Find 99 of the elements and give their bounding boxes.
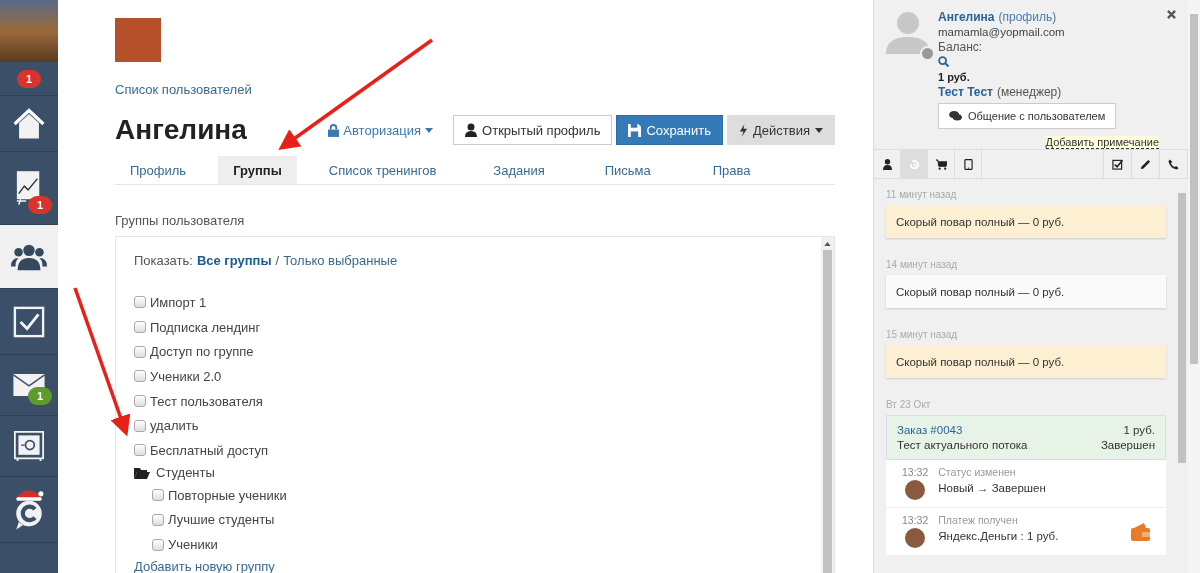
balance-amount: 1 руб.: [938, 71, 971, 83]
timestamp: 15 минут назад: [886, 329, 959, 340]
manager-link[interactable]: Тест Тест: [938, 85, 993, 99]
wallet-icon: [1130, 521, 1150, 542]
balance-label: Баланс:: [938, 40, 984, 54]
checkbox[interactable]: [152, 489, 164, 502]
breadcrumb-link[interactable]: Список пользователей: [115, 82, 252, 97]
group-label: удалить: [150, 418, 199, 434]
profile-link[interactable]: (профиль): [998, 10, 1057, 24]
event-label: Платеж получен: [938, 514, 1019, 526]
checkbox[interactable]: [134, 345, 146, 358]
tablet-icon: [963, 158, 973, 170]
actions-button[interactable]: Действия: [727, 115, 835, 145]
photo-placeholder: [0, 0, 58, 62]
page-title: Ангелина: [115, 114, 248, 146]
order-amount: 1 руб.: [1123, 424, 1155, 436]
manager-role: (менеджер): [996, 85, 1062, 99]
history-icon: [908, 158, 920, 170]
group-label: Бесплатный доступ: [150, 442, 269, 458]
search-icon: [938, 56, 949, 67]
checkbox[interactable]: [134, 395, 146, 408]
user-avatar-icon: [886, 10, 930, 54]
folder-label: Студенты: [156, 465, 215, 481]
timestamp: 11 минут назад: [886, 189, 958, 200]
scrollbar[interactable]: [1188, 0, 1200, 573]
avatar-image: [905, 528, 926, 548]
user-icon: [465, 123, 478, 137]
nav-item[interactable]: 1: [0, 355, 58, 416]
timestamp: 14 минут назад: [886, 259, 959, 270]
chat-icon: [949, 111, 962, 121]
add-note-link[interactable]: Добавить примечание: [1045, 136, 1159, 149]
section-title: Группы пользователя: [115, 213, 246, 228]
nav-item[interactable]: [0, 225, 58, 289]
email-text: mamamla@yopmail.com: [938, 26, 1066, 38]
event-label: Статус изменен: [938, 466, 1017, 478]
notification-badge: 1: [16, 69, 42, 88]
avatar-image: [115, 18, 161, 62]
tab[interactable]: Список тренингов: [313, 156, 452, 184]
lock-icon: [328, 123, 340, 137]
group-label: Импорт 1: [150, 294, 207, 310]
floppy-icon: [628, 123, 642, 137]
authorization-dropdown[interactable]: Авторизация: [328, 122, 434, 138]
event-text: Новый → Завершен: [938, 482, 1047, 494]
event-text: Яндекс.Деньги : 1 руб.: [938, 530, 1060, 542]
caret-icon: [815, 127, 823, 133]
event-time: 13:32: [902, 514, 929, 526]
group-label: Доступ по группе: [150, 344, 254, 360]
group-label: Повторные ученики: [168, 487, 287, 503]
user-icon: [882, 158, 892, 170]
checkbox[interactable]: [152, 538, 164, 551]
tab[interactable]: Профиль: [115, 156, 202, 184]
add-group-link[interactable]: Добавить новую группу: [134, 558, 275, 573]
feed-card: Скорый повар полный — 0 руб.: [886, 345, 1166, 378]
tab[interactable]: Задания: [478, 156, 560, 184]
checkbox[interactable]: [134, 370, 146, 383]
order-link[interactable]: Заказ #0043: [897, 424, 963, 436]
checkbox[interactable]: [152, 513, 164, 526]
tab[interactable]: Группы: [218, 156, 297, 184]
save-button[interactable]: Сохранить: [616, 115, 724, 145]
checkbox[interactable]: [134, 419, 146, 432]
group-label: Лучшие студенты: [168, 512, 275, 528]
cart-icon: [935, 158, 947, 170]
notification-badge: 1: [27, 387, 52, 405]
safe-icon: [14, 431, 44, 461]
group-label: Ученики: [168, 537, 218, 553]
feed-card: Скорый повар полный — 0 руб.: [886, 205, 1166, 238]
profile-button[interactable]: Открытый профиль: [453, 115, 613, 145]
group-label: Тест пользователя: [150, 393, 263, 409]
chat-button[interactable]: Общение с пользователем: [938, 103, 1117, 129]
group-label: Ученики 2.0: [150, 368, 222, 384]
checkbox-icon: [13, 305, 45, 338]
order-subtitle: Тест актуального потока: [897, 439, 1028, 451]
event-time: 13:32: [902, 466, 929, 478]
caret-icon: [425, 127, 434, 133]
checkbox[interactable]: [134, 444, 146, 457]
user-name-link[interactable]: Ангелина: [938, 10, 995, 24]
tab[interactable]: Письма: [589, 156, 666, 184]
phone-icon: [1168, 158, 1179, 170]
checkbox[interactable]: [134, 321, 146, 334]
pencil-icon: [1140, 158, 1151, 170]
notification-badge: 1: [27, 196, 52, 214]
feed-card: Скорый повар полный — 0 руб.: [886, 275, 1166, 308]
filter-label: Показать:: [134, 253, 193, 268]
separator-text: /: [275, 253, 280, 268]
checkbox[interactable]: [134, 296, 146, 309]
filter-link[interactable]: Только выбранные: [283, 253, 398, 268]
checkbox-icon: [1112, 158, 1123, 170]
order-status: Завершен: [1100, 439, 1155, 451]
scrollbar[interactable]: [821, 237, 834, 573]
close-icon: [1167, 10, 1176, 19]
lightning-icon: [739, 123, 749, 137]
scroll-up-icon: [824, 242, 831, 246]
status-dot: [920, 46, 935, 61]
avatar-image: [905, 480, 926, 500]
filter-link[interactable]: Все группы: [196, 253, 272, 268]
folder-icon: [134, 466, 150, 479]
tab[interactable]: Права: [697, 156, 766, 184]
date-label: Вт 23 Окт: [886, 399, 932, 410]
group-label: Подписка лендинг: [150, 319, 261, 335]
